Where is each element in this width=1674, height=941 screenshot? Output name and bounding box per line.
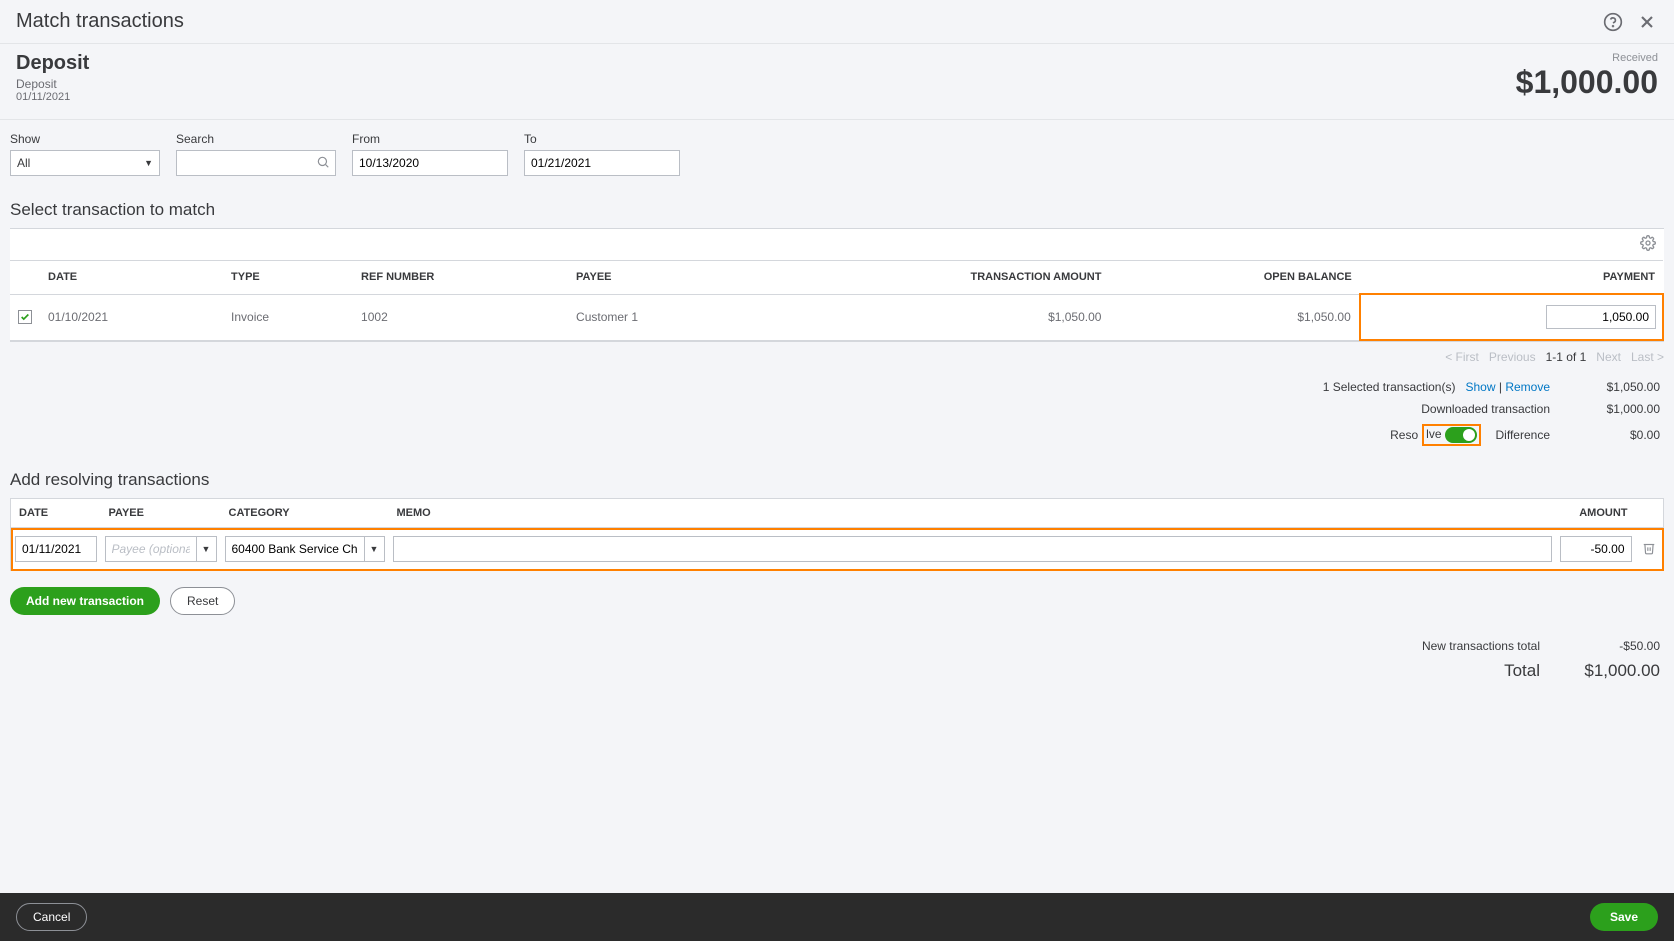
- total-label: Total: [1504, 661, 1540, 681]
- add-new-transaction-button[interactable]: Add new transaction: [10, 587, 160, 615]
- search-label: Search: [176, 132, 336, 146]
- pagination: < First Previous 1-1 of 1 Next Last >: [0, 342, 1674, 372]
- trash-icon[interactable]: [1642, 543, 1656, 558]
- resolving-section-title: Add resolving transactions: [0, 454, 1674, 498]
- rcol-amount: AMOUNT: [1556, 499, 1636, 528]
- difference-amount: $0.00: [1570, 428, 1660, 442]
- selected-count-label: 1 Selected transaction(s): [1323, 380, 1456, 394]
- from-label: From: [352, 132, 508, 146]
- resolving-table: DATE PAYEE CATEGORY MEMO AMOUNT ▼: [10, 498, 1664, 571]
- chevron-down-icon[interactable]: ▼: [365, 536, 385, 562]
- cell-txn-amount: $1,050.00: [756, 294, 1110, 340]
- reset-button[interactable]: Reset: [170, 587, 235, 615]
- cell-ref: 1002: [353, 294, 568, 340]
- rcol-date: DATE: [11, 499, 101, 528]
- show-select[interactable]: All ▼: [10, 150, 160, 176]
- show-link[interactable]: Show: [1465, 380, 1495, 394]
- resolving-payee-input[interactable]: [105, 536, 197, 562]
- resolving-category-input[interactable]: [225, 536, 365, 562]
- remove-link[interactable]: Remove: [1505, 380, 1550, 394]
- show-label: Show: [10, 132, 160, 146]
- resolve-toggle[interactable]: [1445, 427, 1477, 443]
- resolving-actions: Add new transaction Reset: [0, 571, 1674, 631]
- from-date-input[interactable]: [352, 150, 508, 176]
- resolving-amount-input[interactable]: [1560, 536, 1632, 562]
- payment-input[interactable]: [1546, 305, 1656, 329]
- total-value: $1,000.00: [1560, 661, 1660, 681]
- received-label: Received: [1516, 52, 1658, 64]
- rcol-category: CATEGORY: [221, 499, 389, 528]
- cell-payee: Customer 1: [568, 294, 756, 340]
- pager-range: 1-1 of 1: [1546, 350, 1587, 364]
- to-label: To: [524, 132, 680, 146]
- resolve-label-pre: Reso: [1390, 428, 1418, 442]
- transactions-table: DATE TYPE REF NUMBER PAYEE TRANSACTION A…: [10, 228, 1664, 342]
- to-date-input[interactable]: [524, 150, 680, 176]
- new-transactions-value: -$50.00: [1560, 639, 1660, 653]
- page-title: Match transactions: [16, 10, 184, 33]
- footer-bar: Cancel Save: [0, 893, 1674, 941]
- chevron-down-icon[interactable]: ▼: [197, 536, 217, 562]
- cancel-button[interactable]: Cancel: [16, 903, 87, 931]
- select-section-title: Select transaction to match: [0, 184, 1674, 228]
- col-type: TYPE: [223, 261, 353, 295]
- downloaded-label: Downloaded transaction: [1421, 402, 1550, 416]
- show-value: All: [17, 156, 30, 170]
- filters-bar: Show All ▼ Search From To: [0, 120, 1674, 184]
- col-date: DATE: [40, 261, 223, 295]
- col-open-balance: OPEN BALANCE: [1109, 261, 1359, 295]
- pager-next[interactable]: Next: [1596, 350, 1621, 364]
- resolve-label-mid: lve: [1426, 427, 1441, 443]
- summary: 1 Selected transaction(s) Show | Remove …: [0, 372, 1674, 454]
- col-payment: PAYMENT: [1360, 261, 1663, 295]
- subheader: Deposit Deposit 01/11/2021 Received $1,0…: [0, 44, 1674, 120]
- header-bar: Match transactions: [0, 0, 1674, 44]
- cell-open-balance: $1,050.00: [1109, 294, 1359, 340]
- pager-last[interactable]: Last >: [1631, 350, 1664, 364]
- gear-icon[interactable]: [1640, 235, 1656, 254]
- rcol-memo: MEMO: [389, 499, 1556, 528]
- pager-prev[interactable]: Previous: [1489, 350, 1536, 364]
- transaction-subtype: Deposit: [16, 77, 89, 91]
- help-icon[interactable]: [1602, 11, 1624, 33]
- selected-amount: $1,050.00: [1570, 380, 1660, 394]
- new-transactions-label: New transactions total: [1422, 639, 1540, 653]
- resolving-row: ▼ ▼: [11, 528, 1664, 571]
- difference-label: Difference: [1496, 428, 1550, 442]
- col-payee: PAYEE: [568, 261, 756, 295]
- col-ref: REF NUMBER: [353, 261, 568, 295]
- resolving-memo-input[interactable]: [393, 536, 1552, 562]
- col-txn-amount: TRANSACTION AMOUNT: [756, 261, 1110, 295]
- chevron-down-icon: ▼: [144, 158, 153, 168]
- downloaded-amount: $1,000.00: [1570, 402, 1660, 416]
- table-row[interactable]: 01/10/2021 Invoice 1002 Customer 1 $1,05…: [10, 294, 1663, 340]
- transaction-date: 01/11/2021: [16, 91, 89, 103]
- cell-date: 01/10/2021: [40, 294, 223, 340]
- close-icon[interactable]: [1636, 11, 1658, 33]
- received-amount: $1,000.00: [1516, 64, 1658, 101]
- search-icon[interactable]: [316, 155, 330, 172]
- save-button[interactable]: Save: [1590, 903, 1658, 931]
- rcol-payee: PAYEE: [101, 499, 221, 528]
- pager-first[interactable]: < First: [1445, 350, 1479, 364]
- cell-type: Invoice: [223, 294, 353, 340]
- search-input[interactable]: [176, 150, 336, 176]
- resolving-date-input[interactable]: [15, 536, 97, 562]
- transaction-type: Deposit: [16, 52, 89, 75]
- totals: New transactions total -$50.00 Total $1,…: [0, 631, 1674, 705]
- row-checkbox[interactable]: [18, 310, 32, 324]
